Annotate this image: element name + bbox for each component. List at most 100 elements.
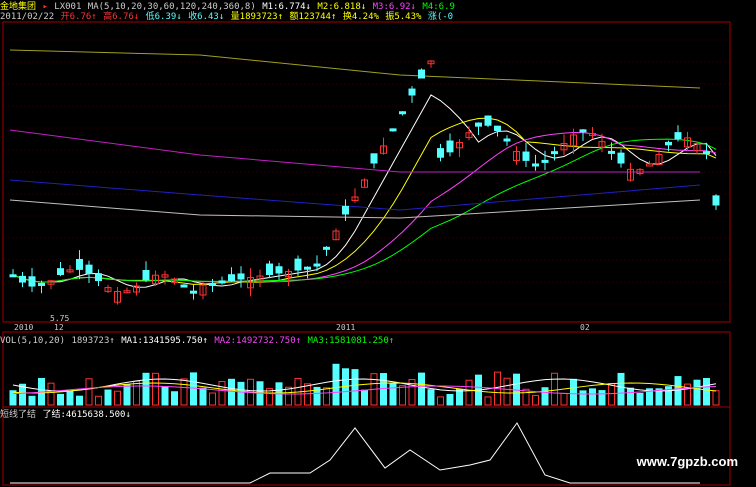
candle-body: [532, 163, 539, 167]
candle-body: [399, 111, 406, 115]
volume-bar: [85, 378, 93, 406]
vol-label[interactable]: VOL(5,10,20): [0, 336, 65, 346]
volume-bar: [570, 378, 577, 406]
ma-line-5: [12, 94, 717, 288]
candle-body: [712, 195, 720, 206]
candle-body: [494, 125, 501, 131]
volume-bar: [532, 394, 539, 406]
volume-bar: [323, 387, 330, 406]
candle-body: [294, 258, 302, 271]
candle-body: [342, 205, 349, 215]
volume-bar: [399, 385, 406, 406]
candle-body: [484, 115, 492, 126]
vol-ma1: MA1:1341595.750↑: [121, 336, 208, 346]
volume-bar: [57, 393, 64, 406]
candle-body: [408, 88, 416, 96]
candle-body: [475, 122, 482, 127]
date-02: 02: [580, 323, 590, 332]
volume-bar: [418, 372, 425, 406]
candle-body: [608, 150, 615, 154]
candle-body: [541, 159, 549, 163]
volume-bar: [152, 372, 159, 406]
candle-body: [674, 132, 682, 140]
candle-body: [665, 141, 672, 146]
volume-bar: [171, 391, 178, 406]
candle-body: [142, 269, 150, 281]
volume-bar: [446, 394, 454, 406]
candle-body: [703, 151, 710, 155]
volume-bar: [361, 389, 368, 406]
candle-body: [38, 282, 45, 286]
volume-bar: [28, 395, 36, 406]
date-2010: 2010: [14, 323, 34, 332]
volume-bar: [285, 386, 292, 406]
volume-bar: [161, 386, 169, 406]
ma-line-30: [12, 138, 717, 283]
candle-body: [95, 273, 102, 282]
candle-body: [446, 140, 454, 153]
volume-bar: [209, 392, 216, 406]
ma-line-240: [9, 129, 700, 173]
candle-body: [190, 290, 197, 294]
volume-bar: [608, 383, 615, 406]
volume-bar: [541, 387, 549, 406]
indicator-line: [10, 422, 700, 484]
candle-body: [617, 152, 625, 164]
volume-bar: [627, 387, 634, 406]
date-12: 12: [54, 323, 64, 332]
volume-bar: [47, 382, 55, 406]
candle-body: [370, 153, 378, 164]
volume-bar: [380, 373, 387, 406]
volume-bar: [589, 388, 596, 406]
indicator-curve: [10, 422, 700, 484]
volume-bar: [598, 390, 606, 406]
candle-body: [551, 151, 558, 155]
candle-body: [266, 263, 273, 275]
candle-body: [228, 274, 235, 282]
ind-label[interactable]: 短线了结: [0, 410, 36, 420]
candle-body: [76, 258, 83, 270]
candle-body: [437, 148, 444, 158]
ind-value: 了结:4615638.500↓: [42, 410, 131, 420]
volume-bar: [703, 378, 710, 406]
volume-bar: [636, 392, 644, 406]
indicator-panel-header: 短线了结 了结:4615638.500↓: [0, 410, 132, 421]
volume-bar: [190, 372, 197, 406]
volume-bar: [437, 396, 444, 406]
volume-bar: [693, 379, 701, 406]
volume-bar: [712, 390, 720, 406]
candle-body: [57, 268, 64, 275]
ma-lines: [9, 49, 717, 288]
volume-bar: [389, 382, 397, 406]
candle-body: [237, 273, 245, 280]
candle-body: [522, 151, 530, 161]
volume-bar: [133, 380, 140, 406]
volume-bar: [199, 387, 207, 406]
volume-bar: [104, 389, 112, 406]
candle-body: [323, 246, 330, 250]
vol-ma2: MA2:1492732.750↑: [214, 336, 302, 346]
candle-body: [180, 284, 188, 288]
candle-body: [85, 264, 93, 274]
volume-bar: [560, 392, 568, 406]
volume-bar: [503, 377, 511, 406]
candlesticks[interactable]: [9, 60, 720, 305]
volume-bar: [465, 379, 473, 406]
volume-bar: [95, 395, 102, 406]
candle-body: [218, 280, 226, 284]
candle-body: [28, 276, 36, 287]
volume-bar: [484, 396, 492, 406]
volume-bar: [427, 389, 435, 406]
vol-value: 1893723↑: [71, 336, 115, 346]
volume-bar: [218, 381, 226, 406]
watermark: www.7gpzb.com: [636, 454, 738, 469]
volume-panel-header: VOL(5,10,20) 1893723↑ MA1:1341595.750↑ M…: [0, 336, 395, 347]
volume-bar: [304, 383, 311, 406]
volume-bar: [522, 388, 530, 406]
vol-ma3: MA3:1581081.250↑: [307, 336, 395, 346]
volume-bar: [76, 395, 83, 406]
candle-body: [418, 69, 425, 79]
low-price-label: 5.75: [50, 314, 70, 323]
volume-bar: [123, 384, 131, 406]
candle-body: [503, 138, 511, 142]
